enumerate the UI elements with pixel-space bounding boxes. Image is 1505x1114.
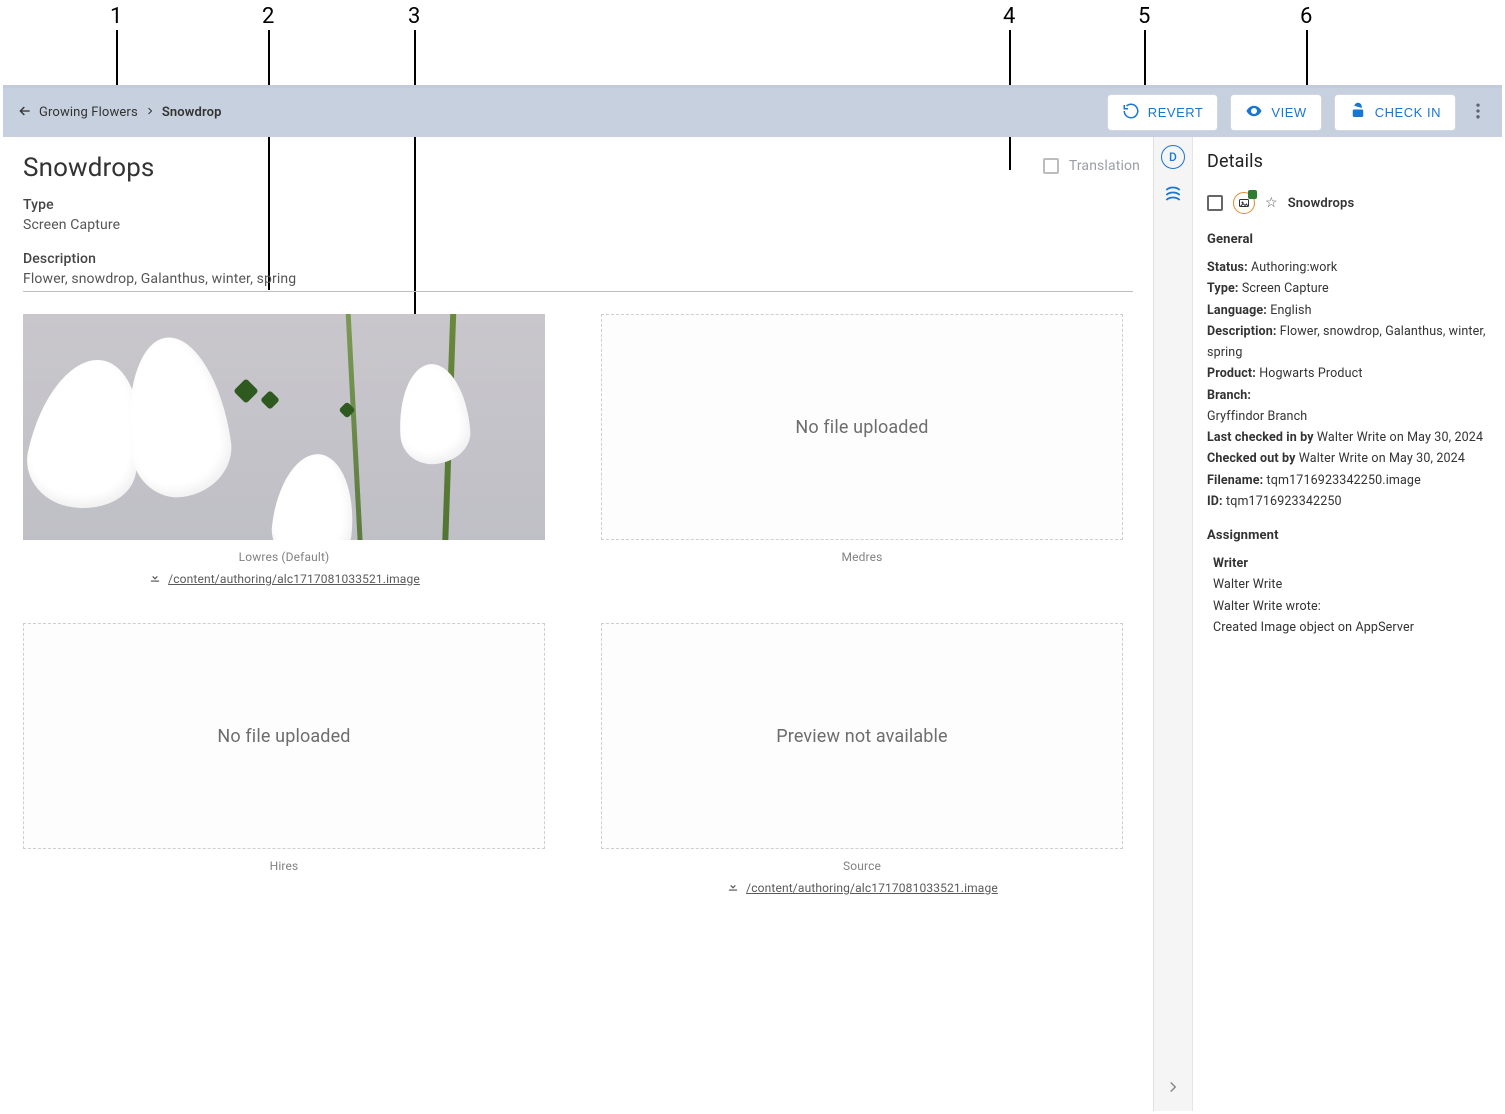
- writer-wrote: Walter Write wrote:: [1213, 596, 1486, 617]
- details-panel: Details ☆ Snowdrops General Status: Auth…: [1192, 137, 1502, 1111]
- preview-lowres-image[interactable]: [23, 314, 545, 540]
- preview-hires: No file uploaded Hires: [23, 623, 545, 896]
- image-type-icon: [1233, 192, 1255, 214]
- rail-tab-details[interactable]: D: [1161, 145, 1185, 169]
- kv-product: Product: Hogwarts Product: [1207, 363, 1486, 384]
- preview-lowres: Lowres (Default) /content/authoring/alc1…: [23, 314, 545, 587]
- description-value[interactable]: Flower, snowdrop, Galanthus, winter, spr…: [23, 271, 1133, 287]
- kv-lastcheckin: Last checked in by Walter Write on May 3…: [1207, 427, 1486, 448]
- type-value: Screen Capture: [23, 217, 1133, 233]
- details-item-name: Snowdrops: [1288, 196, 1355, 211]
- preview-source-box[interactable]: Preview not available: [601, 623, 1123, 849]
- preview-lowres-label: Lowres (Default): [239, 550, 330, 564]
- checkin-button[interactable]: CHECK IN: [1334, 94, 1456, 131]
- breadcrumb: Growing Flowers Snowdrop: [17, 103, 222, 123]
- preview-medres: No file uploaded Medres: [601, 314, 1123, 587]
- type-label: Type: [23, 197, 1133, 213]
- writer-note: Created Image object on AppServer: [1213, 617, 1486, 638]
- preview-source: Preview not available Source /content/au…: [601, 623, 1123, 896]
- preview-medres-label: Medres: [842, 550, 883, 564]
- preview-lowres-download[interactable]: /content/authoring/alc1717081033521.imag…: [148, 570, 420, 587]
- back-arrow-icon[interactable]: [17, 103, 33, 123]
- details-select-checkbox[interactable]: [1207, 195, 1223, 211]
- eye-icon: [1245, 102, 1263, 123]
- preview-hires-label: Hires: [270, 859, 299, 873]
- callout-3: 3: [408, 4, 421, 29]
- kv-branch-value: Gryffindor Branch: [1207, 406, 1486, 427]
- download-icon: [148, 570, 162, 587]
- kv-language: Language: English: [1207, 300, 1486, 321]
- preview-source-download[interactable]: /content/authoring/alc1717081033521.imag…: [726, 879, 998, 896]
- checked-out-badge-icon: [1248, 190, 1257, 199]
- breadcrumb-current: Snowdrop: [162, 105, 222, 120]
- more-vert-icon[interactable]: [1468, 101, 1488, 125]
- revert-button[interactable]: REVERT: [1107, 94, 1219, 131]
- chevron-right-icon: [144, 105, 156, 121]
- preview-hires-dropzone[interactable]: No file uploaded: [23, 623, 545, 849]
- lock-open-icon: [1349, 102, 1367, 123]
- kv-description: Description: Flower, snowdrop, Galanthus…: [1207, 321, 1486, 364]
- kv-status: Status: Authoring:work: [1207, 257, 1486, 278]
- description-label: Description: [23, 251, 1133, 267]
- preview-medres-dropzone[interactable]: No file uploaded: [601, 314, 1123, 540]
- kv-filename: Filename: tqm1716923342250.image: [1207, 470, 1486, 491]
- kv-type: Type: Screen Capture: [1207, 278, 1486, 299]
- writer-name: Walter Write: [1213, 574, 1486, 595]
- callouts: 1 2 3 4 5 6: [0, 0, 1505, 85]
- callout-5: 5: [1138, 4, 1151, 29]
- kv-id: ID: tqm1716923342250: [1207, 491, 1486, 512]
- rail-collapse[interactable]: [1161, 1075, 1185, 1099]
- writer-heading: Writer: [1213, 553, 1486, 574]
- revert-icon: [1122, 102, 1140, 123]
- kv-checkedout: Checked out by Walter Write on May 30, 2…: [1207, 448, 1486, 469]
- callout-2: 2: [262, 4, 275, 29]
- view-button[interactable]: VIEW: [1230, 94, 1321, 131]
- download-icon: [726, 879, 740, 896]
- callout-4: 4: [1003, 4, 1016, 29]
- callout-1: 1: [110, 4, 123, 29]
- toolbar: Growing Flowers Snowdrop REVERT VIEW CHE…: [3, 85, 1502, 137]
- favorite-star-icon[interactable]: ☆: [1265, 195, 1278, 211]
- details-heading: Details: [1207, 151, 1486, 172]
- callout-6: 6: [1300, 4, 1313, 29]
- content-area: Snowdrops Type Screen Capture Descriptio…: [3, 137, 1502, 1111]
- preview-grid: Lowres (Default) /content/authoring/alc1…: [23, 314, 1123, 896]
- assignment-section-heading: Assignment: [1207, 528, 1486, 543]
- page-title: Snowdrops: [23, 153, 1133, 183]
- breadcrumb-parent[interactable]: Growing Flowers: [39, 105, 138, 120]
- rail-tab-history[interactable]: [1161, 183, 1185, 207]
- main-column: Snowdrops Type Screen Capture Descriptio…: [3, 137, 1153, 1111]
- side-rail: D: [1153, 137, 1192, 1111]
- preview-source-label: Source: [843, 859, 881, 873]
- general-section-heading: General: [1207, 232, 1486, 247]
- details-item-header: ☆ Snowdrops: [1207, 192, 1486, 214]
- kv-branch: Branch:: [1207, 385, 1486, 406]
